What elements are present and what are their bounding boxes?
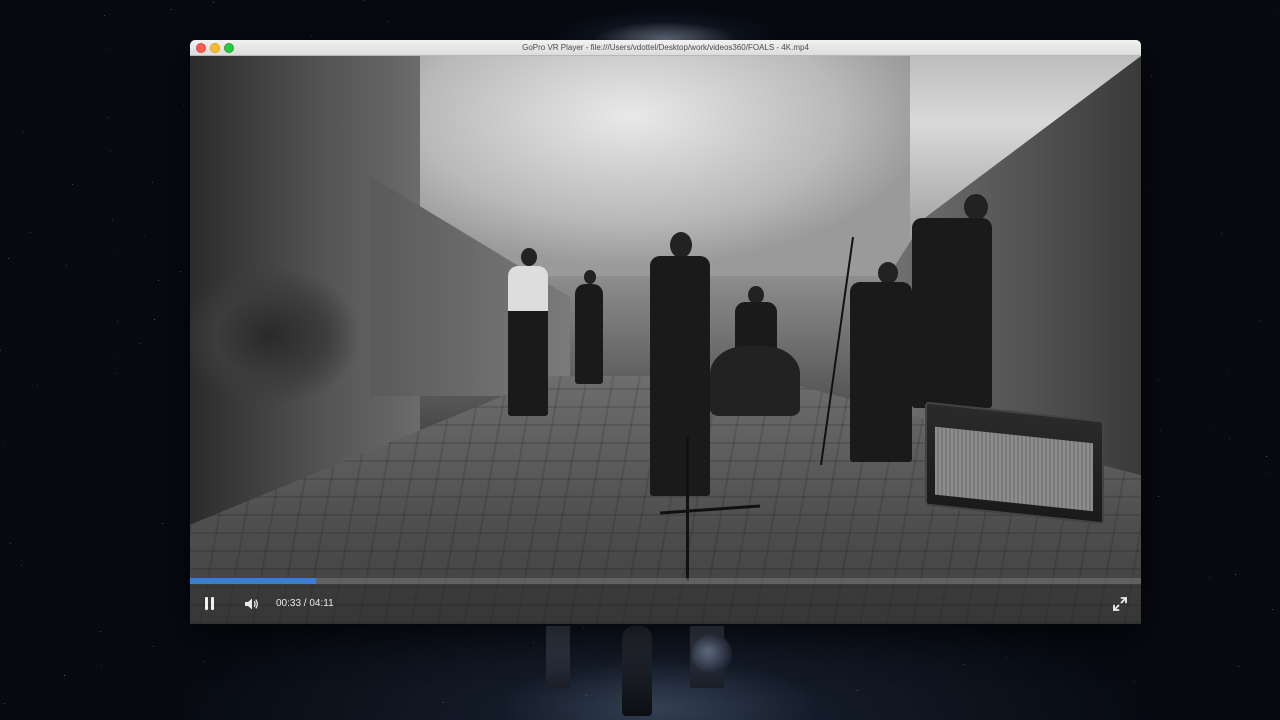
star (1238, 666, 1239, 667)
singer (650, 256, 710, 496)
star (153, 646, 154, 647)
star (10, 543, 11, 544)
star (21, 565, 22, 566)
star (171, 9, 172, 10)
star (388, 21, 389, 22)
star (66, 265, 67, 266)
star (154, 319, 155, 320)
player-window: GoPro VR Player - file:///Users/vdottel/… (190, 40, 1141, 624)
star (1006, 657, 1007, 658)
star (0, 350, 1, 351)
star (139, 343, 140, 344)
star (104, 15, 105, 16)
video-viewport[interactable] (190, 56, 1141, 624)
star (1146, 190, 1147, 191)
star (1158, 379, 1159, 380)
star (108, 117, 109, 118)
scene-orb (692, 634, 732, 674)
star (1158, 496, 1159, 497)
star (1151, 75, 1152, 76)
video-foliage (190, 256, 370, 416)
star (110, 151, 111, 152)
star (112, 219, 113, 220)
star (101, 665, 102, 666)
scene-ground (430, 628, 890, 720)
desktop-background: GoPro VR Player - file:///Users/vdottel/… (0, 0, 1280, 720)
star (1227, 369, 1228, 370)
star (1277, 10, 1278, 11)
control-bar: 00:33 / 04:11 (190, 584, 1141, 624)
bassist-head (878, 262, 898, 284)
musician-head (521, 248, 537, 266)
star (118, 355, 119, 356)
star (8, 258, 9, 259)
musician (508, 266, 548, 416)
star (964, 664, 965, 665)
star (1221, 233, 1222, 234)
guitarist (912, 218, 992, 408)
star (1160, 430, 1161, 431)
star (311, 36, 312, 37)
guitarist-head (964, 194, 988, 220)
star (203, 661, 204, 662)
star (180, 271, 181, 272)
star (1266, 473, 1267, 474)
star (174, 118, 175, 119)
star (1235, 574, 1236, 575)
musician-head (584, 270, 596, 284)
star (213, 2, 214, 3)
title-bar[interactable]: GoPro VR Player - file:///Users/vdottel/… (190, 40, 1141, 56)
star (37, 385, 38, 386)
star (183, 105, 184, 106)
star (30, 232, 31, 233)
star (72, 184, 73, 185)
star (4, 703, 5, 704)
scene-pillar-left (546, 626, 570, 688)
star (100, 631, 101, 632)
star (1209, 577, 1210, 578)
star (144, 235, 145, 236)
fullscreen-icon[interactable] (1111, 595, 1129, 613)
drum-kit (710, 346, 800, 416)
star (1229, 438, 1230, 439)
star (158, 280, 159, 281)
star (631, 37, 632, 38)
bassist (850, 282, 912, 462)
star (162, 523, 163, 524)
star (23, 131, 24, 132)
current-time: 00:33 (276, 598, 302, 609)
star (1134, 681, 1135, 682)
star (4, 445, 5, 446)
star (115, 373, 116, 374)
duration: 04:11 (309, 598, 334, 609)
singer-head (670, 232, 692, 258)
star (1266, 456, 1267, 457)
star (64, 675, 65, 676)
star (844, 625, 845, 626)
volume-icon[interactable] (244, 596, 260, 612)
star (152, 182, 153, 183)
window-title: GoPro VR Player - file:///Users/vdottel/… (522, 43, 809, 52)
amp-grill (935, 426, 1093, 512)
star (117, 321, 118, 322)
pause-icon[interactable] (202, 593, 218, 613)
star (114, 253, 115, 254)
star (363, 0, 364, 1)
star (1260, 320, 1261, 321)
star (422, 19, 423, 20)
star (1272, 609, 1273, 610)
scene-person (622, 626, 652, 716)
musician (575, 284, 603, 384)
time-display: 00:33 / 04:11 (276, 597, 334, 611)
star (106, 49, 107, 50)
star (1213, 428, 1214, 429)
guitar-amplifier (925, 401, 1104, 525)
